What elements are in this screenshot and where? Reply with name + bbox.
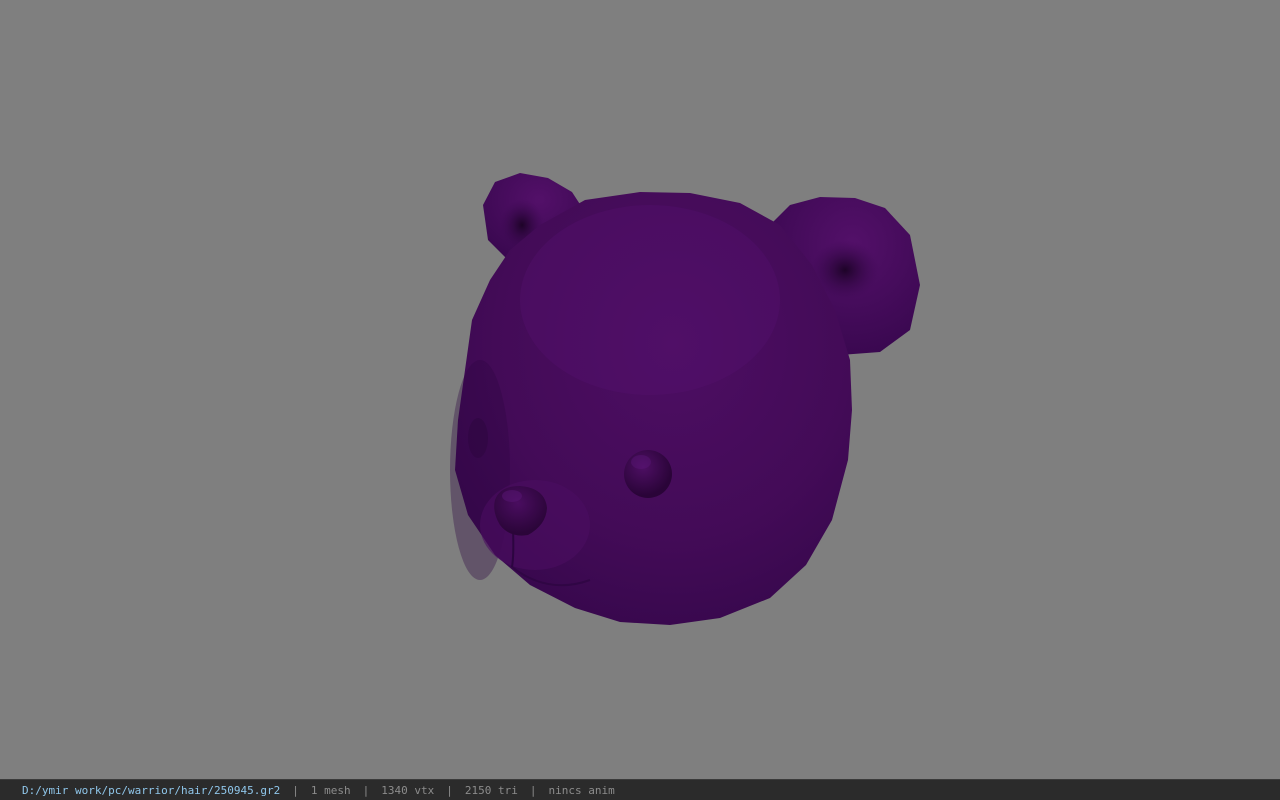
status-separator: |	[446, 783, 453, 797]
status-vertex-count: 1340 vtx	[381, 783, 435, 797]
status-separator: |	[529, 783, 537, 797]
model-render[interactable]	[0, 0, 1280, 779]
status-mesh-count: 1 mesh	[310, 783, 351, 797]
status-triangle-count: 2150 tri	[464, 783, 518, 797]
3d-viewport[interactable]	[0, 0, 1280, 779]
status-separator: |	[362, 783, 370, 797]
bear-eye	[624, 450, 672, 498]
status-bar: D:/ymir work/pc/warrior/hair/250945.gr2 …	[0, 779, 1280, 800]
status-separator: |	[292, 783, 299, 797]
status-file-path: D:/ymir work/pc/warrior/hair/250945.gr2	[22, 783, 281, 797]
status-anim: nincs anim	[548, 783, 615, 797]
